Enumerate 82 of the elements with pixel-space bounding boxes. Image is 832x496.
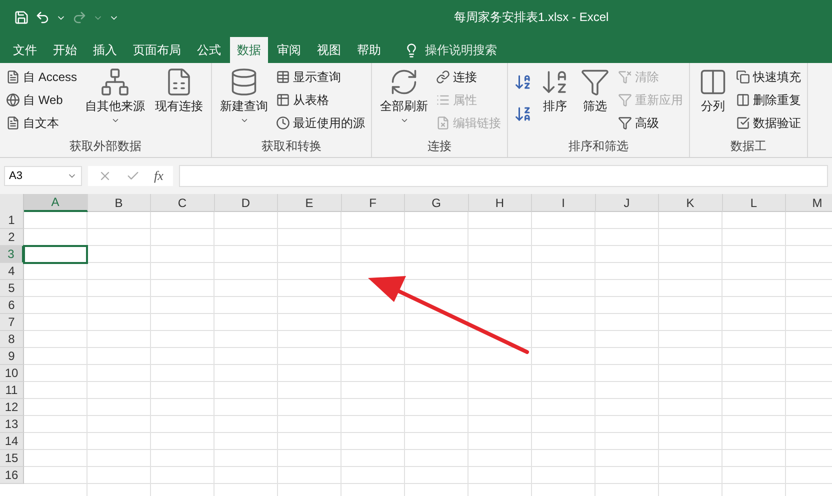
ribbon-button[interactable]: 分列 <box>696 67 730 137</box>
selected-cell[interactable] <box>23 245 88 264</box>
save-icon[interactable] <box>14 10 29 25</box>
row-header[interactable]: 13 <box>0 416 24 433</box>
filter-icon <box>618 70 632 84</box>
ribbon-button[interactable]: 现有连接 <box>153 67 206 137</box>
group-label: 获取外部数据 <box>68 138 142 155</box>
row-header[interactable]: 3 <box>0 246 24 263</box>
column-header[interactable]: A <box>24 194 88 212</box>
clock-icon <box>276 116 290 130</box>
row-header[interactable]: 8 <box>0 331 24 348</box>
ribbon-tab[interactable]: 插入 <box>86 37 124 63</box>
ribbon-button[interactable]: 连接 <box>436 67 502 87</box>
row-header[interactable]: 2 <box>0 229 24 246</box>
ribbon-button[interactable]: 删除重复 <box>736 90 802 110</box>
filter-icon <box>618 93 632 107</box>
checkbox-icon <box>736 116 750 130</box>
ribbon-button[interactable]: 新建查询 <box>218 67 270 137</box>
ribbon-button[interactable]: 排序 <box>538 67 572 137</box>
column-header[interactable]: B <box>88 194 151 212</box>
column-header[interactable]: I <box>532 194 596 212</box>
sort-ascending-icon[interactable] <box>514 73 532 91</box>
ribbon-tab[interactable]: 开始 <box>46 37 84 63</box>
ribbon-button[interactable]: 自 Web <box>6 90 78 110</box>
row-header[interactable]: 1 <box>0 212 24 229</box>
ribbon-button[interactable]: 筛选 <box>578 67 612 137</box>
ribbon-button[interactable]: 最近使用的源 <box>276 113 366 133</box>
ribbon-tab[interactable]: 文件 <box>6 37 44 63</box>
ribbon-button[interactable]: 高级 <box>618 113 684 133</box>
ribbon-button[interactable]: 全部刷新 <box>378 67 430 137</box>
columns-icon <box>736 93 750 107</box>
name-box[interactable]: A3 <box>4 166 82 186</box>
undo-icon[interactable] <box>35 10 50 25</box>
ribbon-button[interactable]: 显示查询 <box>276 67 366 87</box>
column-header[interactable]: L <box>722 194 786 212</box>
sort-descending-icon[interactable] <box>514 105 532 123</box>
link-icon <box>436 70 450 84</box>
column-header[interactable]: G <box>405 194 468 212</box>
ribbon-button[interactable]: 自 Access <box>6 67 78 87</box>
globe-icon <box>6 93 20 107</box>
group-label: 排序和筛选 <box>568 138 630 155</box>
ribbon-button[interactable]: 从表格 <box>276 90 366 110</box>
row-header[interactable]: 4 <box>0 263 24 280</box>
column-header[interactable]: J <box>596 194 659 212</box>
row-header[interactable]: 7 <box>0 314 24 331</box>
search-field[interactable]: 操作说明搜索 <box>425 42 497 58</box>
column-header[interactable]: K <box>659 194 722 212</box>
ribbon-button[interactable]: 数据验证 <box>736 113 802 133</box>
column-header[interactable]: E <box>278 194 342 212</box>
ribbon-button[interactable]: 自其他来源 <box>83 67 148 137</box>
row-header[interactable]: 12 <box>0 399 24 416</box>
ribbon-tab[interactable]: 数据 <box>230 37 268 63</box>
row-header[interactable]: 10 <box>0 365 24 382</box>
insert-function-button[interactable]: fx <box>154 168 164 184</box>
column-header[interactable]: H <box>468 194 532 212</box>
row-header[interactable]: 11 <box>0 382 24 399</box>
table-icon <box>276 93 290 107</box>
group-label: 获取和转换 <box>260 138 323 155</box>
filter-icon <box>580 67 610 97</box>
ribbon-tab[interactable]: 公式 <box>190 37 228 63</box>
row-header[interactable]: 15 <box>0 450 24 467</box>
column-header[interactable]: M <box>786 194 832 212</box>
ribbon-button[interactable]: 自文本 <box>6 113 78 133</box>
ribbon-tab[interactable]: 帮助 <box>350 37 388 63</box>
filter-icon <box>618 116 632 130</box>
row-header[interactable]: 9 <box>0 348 24 365</box>
window-title: 每周家务安排表1.xlsx - Excel <box>454 9 609 26</box>
row-header[interactable]: 5 <box>0 280 24 297</box>
row-header[interactable]: 6 <box>0 297 24 314</box>
ribbon-tab[interactable]: 审阅 <box>270 37 308 63</box>
column-header[interactable]: F <box>342 194 405 212</box>
group-label: 连接 <box>426 138 453 155</box>
row-header[interactable]: 16 <box>0 467 24 484</box>
ribbon-button[interactable]: 快速填充 <box>736 67 802 87</box>
column-header[interactable]: D <box>214 194 278 212</box>
row-header[interactable]: 14 <box>0 433 24 450</box>
lightbulb-icon[interactable] <box>404 42 419 58</box>
group-label: 数据工 <box>730 138 768 155</box>
ribbon-tab[interactable]: 页面布局 <box>126 37 188 63</box>
ribbon-tab[interactable]: 视图 <box>310 37 348 63</box>
column-header[interactable]: C <box>151 194 214 212</box>
table-icon <box>276 70 290 84</box>
